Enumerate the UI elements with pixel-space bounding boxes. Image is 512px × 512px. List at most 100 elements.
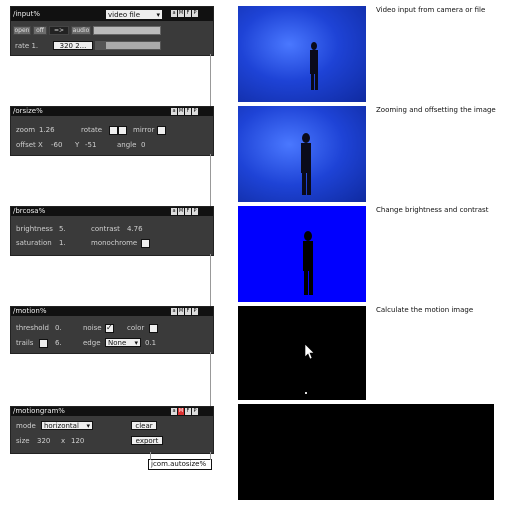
motiongram-amfp-buttons: a M F P bbox=[171, 408, 198, 415]
person-figure-icon bbox=[303, 231, 313, 295]
brightness-label: brightness bbox=[16, 225, 53, 233]
brcosa-caption: Change brightness and contrast bbox=[376, 206, 489, 214]
mirror-label: mirror bbox=[133, 126, 155, 134]
arrow-button[interactable]: => bbox=[49, 26, 69, 35]
monochrome-label: monochrome bbox=[91, 239, 138, 247]
export-button[interactable]: export bbox=[131, 436, 163, 445]
zoom-value[interactable]: 1.26 bbox=[39, 126, 55, 135]
patch-cord-1 bbox=[210, 54, 211, 106]
jcom-autosize-object[interactable]: jcom.autosize% bbox=[148, 459, 212, 470]
size-height-value[interactable]: 120 bbox=[71, 437, 84, 446]
orsize-amfp-buttons: a M F P bbox=[171, 108, 198, 115]
input-slider-fill bbox=[96, 42, 106, 49]
amfp-p-button[interactable]: P bbox=[192, 10, 198, 17]
person-figure-icon bbox=[310, 42, 318, 90]
rotate-label: rotate bbox=[81, 126, 103, 134]
video-source-dropdown[interactable]: video file bbox=[105, 9, 163, 20]
clear-button[interactable]: clear bbox=[131, 421, 157, 430]
amfp-p-button[interactable]: P bbox=[192, 208, 198, 215]
brcosa-video-display bbox=[238, 206, 366, 302]
open-button[interactable]: open bbox=[13, 26, 31, 35]
color-label: color bbox=[127, 324, 145, 332]
audio-button[interactable]: audio bbox=[71, 26, 91, 35]
offset-x-label: offset X bbox=[16, 141, 43, 149]
input-slider[interactable] bbox=[95, 41, 161, 50]
contrast-label: contrast bbox=[91, 225, 120, 233]
threshold-label: threshold bbox=[16, 324, 49, 332]
threshold-value[interactable]: 0. bbox=[55, 324, 62, 333]
amfp-p-button[interactable]: P bbox=[192, 108, 198, 115]
noise-label: noise bbox=[83, 324, 102, 332]
orsize-video-display bbox=[238, 106, 366, 202]
brcosa-module-title: /brcosa% bbox=[13, 207, 46, 215]
patch-cord-6 bbox=[150, 452, 151, 460]
amfp-m-button-active[interactable]: M bbox=[178, 408, 184, 415]
amfp-p-button[interactable]: P bbox=[192, 408, 198, 415]
trails-label: trails bbox=[16, 339, 34, 347]
input-module: /input% video file a M F P open off => a… bbox=[10, 6, 214, 56]
size-width-value[interactable]: 320 bbox=[37, 437, 50, 446]
amfp-f-button[interactable]: F bbox=[185, 308, 191, 315]
jcom-autosize-label: jcom.autosize% bbox=[151, 460, 207, 468]
person-figure-icon bbox=[301, 133, 311, 195]
amfp-a-button[interactable]: a bbox=[171, 208, 177, 215]
orsize-caption: Zooming and offsetting the image bbox=[376, 106, 496, 114]
rotate-checkbox-1[interactable] bbox=[109, 126, 118, 135]
edge-label: edge bbox=[83, 339, 101, 347]
orsize-module-title: /orsize% bbox=[13, 107, 43, 115]
rate-label: rate 1. bbox=[15, 42, 39, 50]
brightness-value[interactable]: 5. bbox=[59, 225, 66, 234]
motion-module-title: /motion% bbox=[13, 307, 47, 315]
motiongram-display bbox=[238, 404, 494, 500]
amfp-f-button[interactable]: F bbox=[185, 10, 191, 17]
rotate-checkbox-2[interactable] bbox=[118, 126, 127, 135]
off-button[interactable]: off bbox=[33, 26, 47, 35]
angle-value[interactable]: 0 bbox=[141, 141, 145, 150]
mouse-pointer-icon bbox=[304, 343, 315, 394]
amfp-m-button[interactable]: M bbox=[178, 208, 184, 215]
mirror-checkbox[interactable] bbox=[157, 126, 166, 135]
size-field[interactable]: 320 2... bbox=[53, 41, 93, 50]
input-amfp-buttons: a M F P bbox=[171, 10, 198, 17]
amfp-a-button[interactable]: a bbox=[171, 108, 177, 115]
amfp-a-button[interactable]: a bbox=[171, 308, 177, 315]
motiongram-module: /motiongram% a M F P mode horizontal cle… bbox=[10, 406, 214, 454]
patch-cord-5 bbox=[210, 452, 211, 460]
input-field-blank[interactable] bbox=[93, 26, 161, 35]
patch-cord-4 bbox=[210, 352, 211, 406]
noise-checkbox[interactable] bbox=[105, 323, 114, 333]
amfp-m-button[interactable]: M bbox=[178, 108, 184, 115]
orsize-module: /orsize% a M F P zoom 1.26 rotate mirror… bbox=[10, 106, 214, 156]
trails-value[interactable]: 6. bbox=[55, 339, 62, 348]
monochrome-checkbox[interactable] bbox=[141, 239, 150, 248]
amfp-a-button[interactable]: a bbox=[171, 408, 177, 415]
input-caption: Video input from camera or file bbox=[376, 6, 486, 14]
motiongram-module-title: /motiongram% bbox=[13, 407, 65, 415]
brcosa-amfp-buttons: a M F P bbox=[171, 208, 198, 215]
offset-y-value[interactable]: -51 bbox=[85, 141, 96, 150]
motion-amfp-buttons: a M F P bbox=[171, 308, 198, 315]
offset-y-label: Y bbox=[75, 141, 80, 149]
contrast-value[interactable]: 4.76 bbox=[127, 225, 143, 234]
color-checkbox[interactable] bbox=[149, 324, 158, 333]
offset-x-value[interactable]: -60 bbox=[51, 141, 62, 150]
amfp-m-button[interactable]: M bbox=[178, 308, 184, 315]
amfp-f-button[interactable]: F bbox=[185, 108, 191, 115]
amfp-m-button[interactable]: M bbox=[178, 10, 184, 17]
mode-dropdown[interactable]: horizontal bbox=[41, 421, 93, 430]
size-x-label: x bbox=[61, 437, 66, 445]
saturation-value[interactable]: 1. bbox=[59, 239, 66, 248]
motion-video-display bbox=[238, 306, 366, 400]
zoom-label: zoom bbox=[16, 126, 36, 134]
amfp-f-button[interactable]: F bbox=[185, 208, 191, 215]
motion-module: /motion% a M F P threshold 0. noise colo… bbox=[10, 306, 214, 354]
edge-dropdown[interactable]: None bbox=[105, 338, 141, 347]
amfp-a-button[interactable]: a bbox=[171, 10, 177, 17]
edge-amount-value[interactable]: 0.1 bbox=[145, 339, 156, 348]
amfp-p-button[interactable]: P bbox=[192, 308, 198, 315]
motion-caption: Calculate the motion image bbox=[376, 306, 474, 314]
input-module-title: /input% bbox=[13, 10, 41, 18]
trails-checkbox[interactable] bbox=[39, 339, 48, 348]
amfp-f-button[interactable]: F bbox=[185, 408, 191, 415]
input-video-display bbox=[238, 6, 366, 102]
